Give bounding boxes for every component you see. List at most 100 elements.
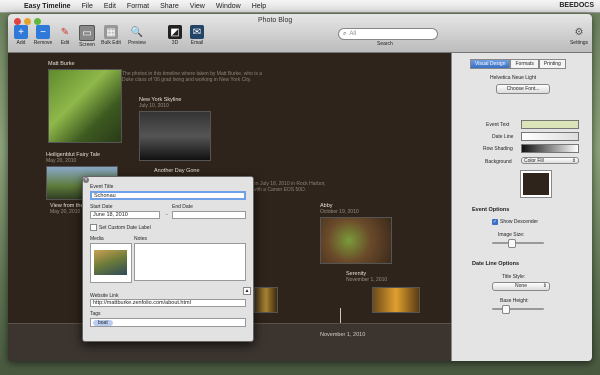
close-icon[interactable]: ×: [83, 177, 89, 183]
3d-label: 3D: [171, 40, 179, 46]
minus-icon: −: [36, 25, 50, 39]
settings-button[interactable]: ⚙ Settings: [566, 25, 592, 47]
event-text-swatch[interactable]: [521, 120, 579, 129]
event-another-day-gone[interactable]: Another Day Gone: [154, 168, 304, 174]
remove-label: Remove: [33, 40, 53, 46]
event-title-field[interactable]: Schonau: [90, 191, 246, 200]
search-placeholder: All: [349, 31, 357, 37]
event-new-york-skyline[interactable]: New York Skyline July 10, 2010: [139, 97, 239, 109]
website-link-field[interactable]: http://mattburke.zenfolio.com/about.html: [90, 299, 246, 307]
screen-button[interactable]: ▭ Screen: [74, 25, 100, 48]
end-date-field[interactable]: [172, 211, 246, 219]
search-input[interactable]: ⌕ All: [338, 28, 438, 40]
tag-token[interactable]: boat: [93, 320, 113, 326]
background-color-well[interactable]: [520, 170, 552, 198]
background-value: Color Fill: [524, 158, 544, 164]
notes-label: Notes: [134, 236, 148, 242]
image-size-slider-handle[interactable]: [508, 239, 516, 248]
zoom-window-button[interactable]: [34, 18, 41, 25]
menu-user[interactable]: BEEDOCS: [559, 2, 594, 9]
date-range-dash: -: [166, 212, 168, 218]
start-date-label: Start Date: [90, 204, 113, 210]
custom-date-label: Set Custom Date Label: [99, 224, 151, 231]
chevron-down-icon: ⇕: [571, 158, 576, 164]
tab-printing[interactable]: Printing: [538, 59, 566, 69]
date-line-label: November 1, 2010: [320, 332, 366, 338]
title-style-value: None: [515, 283, 527, 289]
event-date: November 1, 2010: [346, 277, 388, 283]
start-date-field[interactable]: June 18, 2010: [90, 211, 160, 219]
date-line-label: Date Line: [492, 134, 514, 140]
window-controls: [14, 18, 41, 25]
inspector-tabs: Visual Design Formats Printing: [470, 59, 566, 69]
menu-format[interactable]: Format: [127, 3, 149, 10]
email-label: Email: [190, 40, 204, 46]
media-label: Media: [90, 236, 104, 242]
event-photo-serenity[interactable]: [372, 287, 420, 313]
email-icon: ✉: [190, 25, 204, 39]
event-description: The photos in this timeline where taken …: [122, 71, 263, 83]
base-height-slider[interactable]: [492, 308, 544, 310]
row-shading-swatch[interactable]: [521, 144, 579, 153]
tags-field[interactable]: boat: [90, 318, 246, 327]
menu-share[interactable]: Share: [160, 3, 179, 10]
event-photo-abby[interactable]: [320, 217, 392, 264]
menu-view[interactable]: View: [190, 3, 205, 10]
menu-edit[interactable]: Edit: [104, 3, 116, 10]
event-date: October 19, 2010: [320, 209, 359, 215]
event-abby[interactable]: Abby October 19, 2010: [320, 203, 420, 215]
event-date: May 20, 2010: [46, 158, 77, 164]
end-date-label: End Date: [172, 204, 193, 210]
email-button[interactable]: ✉ Email: [184, 25, 210, 46]
expand-up-icon[interactable]: ▲: [243, 287, 251, 295]
bulk-edit-button[interactable]: ▦ Bulk Edit: [98, 25, 124, 46]
event-text-label: Event Text: [486, 122, 510, 128]
date-line-swatch[interactable]: [521, 132, 579, 141]
screen-label: Screen: [79, 42, 95, 48]
media-thumbnail[interactable]: [94, 250, 127, 275]
event-photo-partial[interactable]: [254, 287, 278, 313]
event-matt-burke[interactable]: Matt Burke: [48, 61, 328, 67]
image-size-slider[interactable]: [492, 242, 544, 244]
checkmark-icon: ✓: [492, 219, 498, 225]
event-photo-matt-burke[interactable]: [48, 69, 122, 143]
event-editor-dialog: × Event Title Schonau Start Date June 18…: [82, 176, 254, 342]
menu-file[interactable]: File: [82, 3, 93, 10]
preview-button[interactable]: 🔍 Preview: [124, 25, 150, 47]
event-title: Another Day Gone: [154, 168, 200, 174]
search-icon: ⌕: [343, 30, 347, 37]
bulk-edit-label: Bulk Edit: [101, 40, 121, 46]
event-desc-matt-burke: The photos in this timeline where taken …: [122, 71, 272, 83]
preview-label: Preview: [128, 40, 146, 46]
event-serenity[interactable]: Serenity November 1, 2010: [346, 271, 446, 283]
date-line-options-heading: Date Line Options: [472, 261, 520, 267]
search-label: Search: [377, 41, 393, 47]
media-well[interactable]: [90, 243, 132, 283]
event-photo-new-york-skyline[interactable]: [139, 111, 211, 161]
choose-font-button[interactable]: Choose Font...: [496, 84, 550, 94]
base-height-label: Base Height:: [500, 298, 529, 304]
edit-label: Edit: [60, 40, 70, 46]
base-height-slider-handle[interactable]: [502, 305, 510, 314]
title-style-select[interactable]: None ⇕: [492, 282, 550, 291]
close-window-button[interactable]: [14, 18, 21, 25]
event-desc-another-day: on July 18, 2010 in Rock Harbor, with a …: [253, 181, 333, 193]
event-date: July 10, 2010: [139, 103, 169, 109]
toolbar: Photo Blog + Add − Remove ✎ Edit ▭ Scree…: [8, 14, 592, 53]
show-descender-checkbox[interactable]: ✓ Show Descender: [492, 219, 538, 225]
3d-icon: ◩: [168, 25, 182, 39]
event-heiligenblut[interactable]: Heiligenblut Fairy Tale May 20, 2010: [46, 152, 146, 164]
tab-visual-design[interactable]: Visual Design: [470, 59, 511, 69]
window-title: Photo Blog: [258, 17, 293, 24]
background-label: Background: [485, 159, 512, 165]
menu-app-name[interactable]: Easy Timeline: [24, 3, 71, 10]
menu-help[interactable]: Help: [252, 3, 266, 10]
notes-field[interactable]: [134, 243, 246, 281]
inspector-panel: Visual Design Formats Printing Helvetica…: [451, 53, 592, 361]
minimize-window-button[interactable]: [24, 18, 31, 25]
tab-formats[interactable]: Formats: [510, 59, 539, 69]
custom-date-checkbox[interactable]: Set Custom Date Label: [90, 224, 151, 231]
menu-window[interactable]: Window: [216, 3, 241, 10]
background-select[interactable]: Color Fill ⇕: [521, 157, 579, 164]
magnifier-icon: 🔍: [130, 26, 144, 38]
